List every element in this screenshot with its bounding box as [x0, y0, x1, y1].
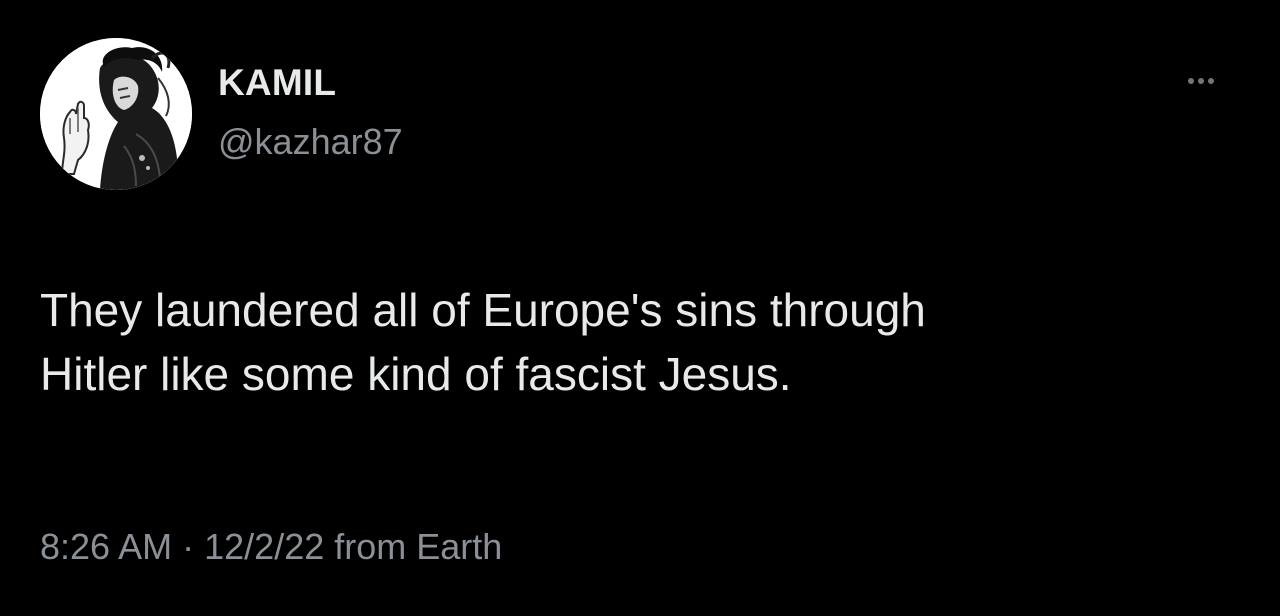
tweet-text-line: They laundered all of Europe's sins thro… — [40, 284, 926, 336]
username-handle[interactable]: @kazhar87 — [218, 124, 403, 160]
meta-separator: · — [182, 526, 195, 567]
tweet-card: KAMIL @kazhar87 They laundered all of Eu… — [0, 0, 1280, 616]
tweet-text: They laundered all of Europe's sins thro… — [40, 278, 1240, 406]
tweet-metadata: 8:26 AM · 12/2/22 from Earth — [40, 525, 502, 568]
tweet-source: from Earth — [334, 526, 503, 567]
more-horizontal-icon — [1208, 78, 1214, 84]
more-options-button[interactable] — [1176, 68, 1226, 94]
more-horizontal-icon — [1198, 78, 1204, 84]
tweet-time[interactable]: 8:26 AM — [40, 526, 172, 567]
tweet-text-line: Hitler like some kind of fascist Jesus. — [40, 348, 792, 400]
more-horizontal-icon — [1188, 78, 1194, 84]
profile-avatar-illustration — [40, 38, 192, 190]
avatar[interactable] — [40, 38, 192, 190]
tweet-date[interactable]: 12/2/22 — [204, 526, 324, 567]
display-name[interactable]: KAMIL — [218, 64, 336, 101]
